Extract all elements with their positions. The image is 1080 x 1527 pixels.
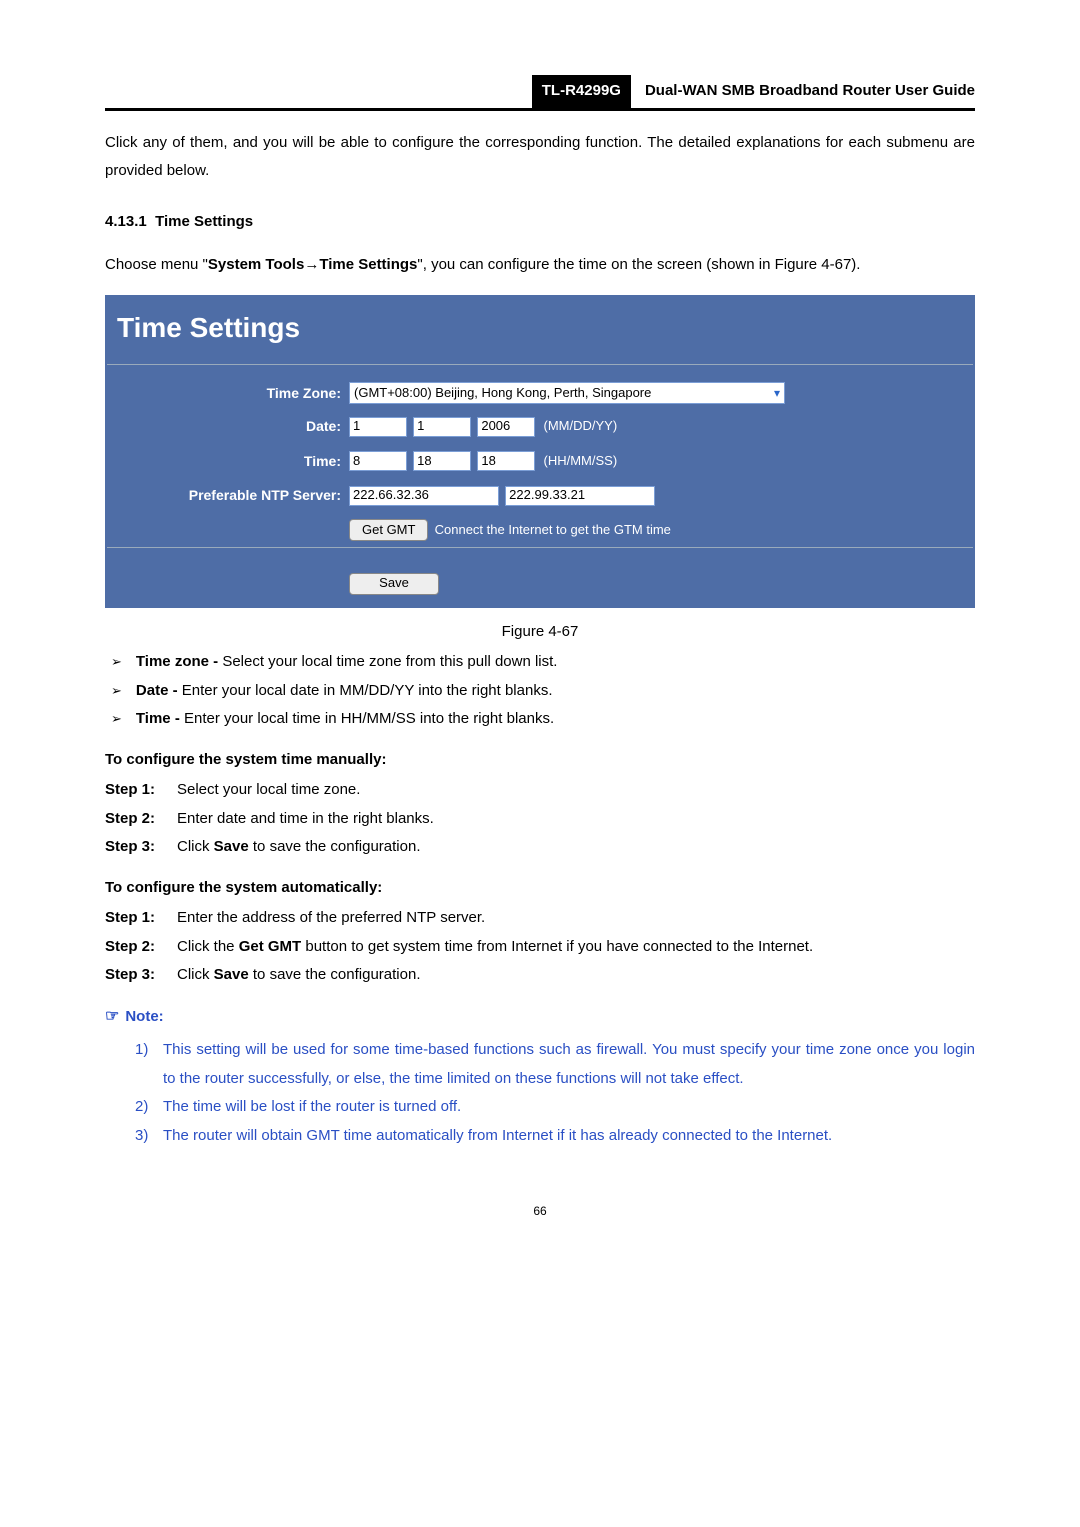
date-year-input[interactable]: 2006	[477, 417, 535, 437]
list-item: 3)The router will obtain GMT time automa…	[135, 1122, 975, 1151]
note-heading: ☞Note:	[105, 1002, 975, 1032]
feature-bullets: Time zone - Select your local time zone …	[105, 648, 975, 734]
pointer-icon: ☞	[105, 1008, 119, 1025]
date-hint: (MM/DD/YY)	[544, 418, 618, 433]
page-number: 66	[105, 1200, 975, 1223]
list-item: Step 2:Click the Get GMT button to get s…	[105, 933, 975, 962]
figure-wrap: Time Settings Time Zone: (GMT+08:00) Bei…	[105, 295, 975, 608]
ntp-server-a-input[interactable]: 222.66.32.36	[349, 486, 499, 506]
chevron-down-icon: ▾	[772, 382, 782, 405]
header-title: Dual-WAN SMB Broadband Router User Guide	[631, 75, 975, 108]
list-item: Step 1:Enter the address of the preferre…	[105, 904, 975, 933]
time-settings-panel: Time Settings Time Zone: (GMT+08:00) Bei…	[105, 295, 975, 608]
section-title: Time Settings	[155, 213, 253, 230]
label-time: Time:	[107, 444, 345, 479]
section-number: 4.13.1	[105, 213, 147, 230]
list-item: Step 3:Click Save to save the configurat…	[105, 961, 975, 990]
list-item: Time - Enter your local time in HH/MM/SS…	[105, 705, 975, 734]
auto-steps: Step 1:Enter the address of the preferre…	[105, 904, 975, 990]
save-button[interactable]: Save	[349, 573, 439, 595]
time-minute-input[interactable]: 18	[413, 451, 471, 471]
timezone-select[interactable]: (GMT+08:00) Beijing, Hong Kong, Perth, S…	[349, 382, 785, 404]
get-gmt-button[interactable]: Get GMT	[349, 519, 428, 541]
list-item: Step 2:Enter date and time in the right …	[105, 805, 975, 834]
intro-paragraph: Click any of them, and you will be able …	[105, 129, 975, 186]
list-item: Step 1:Select your local time zone.	[105, 776, 975, 805]
list-item: 2)The time will be lost if the router is…	[135, 1093, 975, 1122]
list-item: Date - Enter your local date in MM/DD/YY…	[105, 677, 975, 706]
list-item: Time zone - Select your local time zone …	[105, 648, 975, 677]
section-heading: 4.13.1 Time Settings	[105, 208, 975, 237]
page-header: TL-R4299G Dual-WAN SMB Broadband Router …	[105, 75, 975, 111]
figure-caption: Figure 4-67	[105, 618, 975, 647]
label-ntp: Preferable NTP Server:	[107, 478, 345, 513]
date-month-input[interactable]: 1	[349, 417, 407, 437]
label-timezone: Time Zone:	[107, 377, 345, 410]
manual-config-heading: To configure the system time manually:	[105, 746, 975, 775]
auto-config-heading: To configure the system automatically:	[105, 874, 975, 903]
panel-title: Time Settings	[107, 297, 973, 364]
list-item: 1)This setting will be used for some tim…	[135, 1036, 975, 1093]
time-hour-input[interactable]: 8	[349, 451, 407, 471]
header-model: TL-R4299G	[532, 75, 631, 108]
list-item: Step 3:Click Save to save the configurat…	[105, 833, 975, 862]
time-second-input[interactable]: 18	[477, 451, 535, 471]
page: TL-R4299G Dual-WAN SMB Broadband Router …	[0, 0, 1080, 1273]
label-date: Date:	[107, 409, 345, 444]
time-hint: (HH/MM/SS)	[544, 453, 618, 468]
get-gmt-note: Connect the Internet to get the GTM time	[435, 522, 671, 537]
manual-steps: Step 1:Select your local time zone. Step…	[105, 776, 975, 862]
timezone-value: (GMT+08:00) Beijing, Hong Kong, Perth, S…	[354, 381, 651, 406]
date-day-input[interactable]: 1	[413, 417, 471, 437]
note-list: 1)This setting will be used for some tim…	[135, 1036, 975, 1150]
ntp-server-b-input[interactable]: 222.99.33.21	[505, 486, 655, 506]
choose-menu-paragraph: Choose menu "System Tools→Time Settings"…	[105, 251, 975, 280]
